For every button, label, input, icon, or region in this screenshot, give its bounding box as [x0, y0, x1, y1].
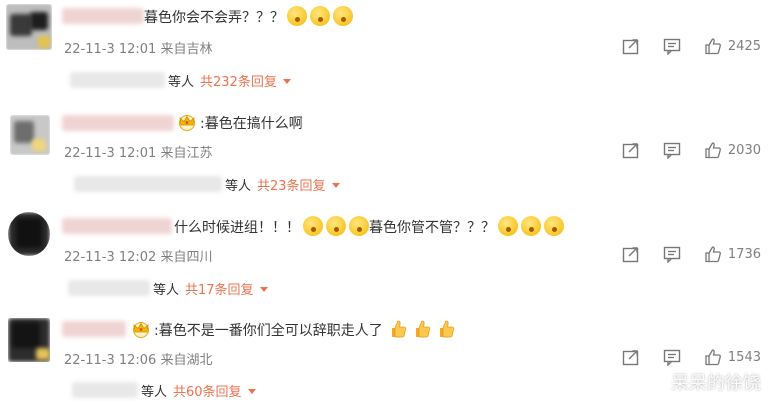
crown-badge-icon: [176, 113, 198, 131]
replies-label: 共17条回复: [185, 283, 254, 298]
username-blurred[interactable]: [62, 321, 126, 337]
location: 来自湖北: [160, 353, 213, 368]
like-count: 2425: [727, 38, 761, 54]
surprised-emoji-icon: [326, 216, 346, 236]
share-icon[interactable]: [622, 348, 640, 366]
surprised-emoji-icon: [498, 216, 518, 236]
share-icon[interactable]: [622, 37, 640, 55]
surprised-emoji-icon: [349, 216, 369, 236]
expand-replies-link[interactable]: 共232条回复: [200, 75, 291, 90]
thumbs-up-emoji-icon: [389, 319, 407, 339]
timestamp: 22-11-3 12:01: [64, 146, 157, 161]
like-icon[interactable]: [704, 348, 722, 366]
like-icon[interactable]: [704, 37, 722, 55]
surprised-emoji-icon: [333, 6, 353, 26]
timestamp: 22-11-3 12:02: [64, 250, 157, 265]
surprised-emoji-icon: [287, 6, 307, 26]
comment-actions: 1543: [599, 348, 761, 366]
thumbs-up-emoji-icon: [413, 319, 431, 339]
reply-users-blurred[interactable]: [68, 280, 150, 296]
comment-text-part-a: 什么时候进组！！！: [174, 220, 300, 236]
chevron-down-icon: [331, 183, 340, 188]
comment-meta: 22-11-3 12:01 来自吉林: [64, 38, 213, 57]
comment-text-line: :暮色不是一番你们全可以辞职走人了: [130, 319, 455, 341]
comment-actions: 2425: [599, 37, 761, 55]
comment-meta: 22-11-3 12:01 来自江苏: [64, 142, 213, 161]
reply-users-blurred[interactable]: [70, 72, 165, 88]
expand-replies-link[interactable]: 共23条回复: [257, 179, 340, 194]
thumbs-up-emoji-icon: [437, 319, 455, 339]
avatar[interactable]: [10, 115, 50, 155]
comment-text: :暮色不是一番你们全可以辞职走人了: [154, 323, 383, 339]
comment-text: :暮色在搞什么啊: [200, 116, 303, 132]
like-icon[interactable]: [704, 245, 722, 263]
username-blurred[interactable]: [62, 218, 172, 234]
comment-meta: 22-11-3 12:06 来自湖北: [64, 349, 213, 368]
comment-text-part-b: 暮色你管不管？？？: [369, 220, 495, 236]
comment-text-line: 什么时候进组！！！ 暮色你管不管？？？: [174, 216, 564, 238]
expand-replies-link[interactable]: 共60条回复: [173, 385, 256, 400]
location: 来自四川: [160, 250, 213, 265]
comment-icon[interactable]: [663, 245, 681, 263]
reply-users-blurred[interactable]: [74, 176, 222, 192]
comment-item: :暮色不是一番你们全可以辞职走人了 22-11-3 12:06 来自湖北 154…: [0, 306, 771, 408]
replies-label: 共232条回复: [200, 75, 277, 90]
comment-actions: 1736: [599, 245, 761, 263]
replies-prefix: 等人: [225, 179, 252, 194]
replies-label: 共23条回复: [257, 179, 326, 194]
replies-prefix: 等人: [141, 385, 168, 400]
comment-actions: 2030: [599, 141, 761, 159]
replies-summary: 等人 共23条回复: [225, 175, 340, 194]
location: 来自吉林: [160, 42, 213, 57]
chevron-down-icon: [282, 79, 291, 84]
comment-item: :暮色在搞什么啊 22-11-3 12:01 来自江苏 2030 等人 共23条回…: [0, 103, 771, 205]
like-icon[interactable]: [704, 141, 722, 159]
comment-icon[interactable]: [663, 37, 681, 55]
comment-item: 暮色你会不会弄？？？ 22-11-3 12:01 来自吉林 2425 等人 共23…: [0, 0, 771, 102]
comment-text: 暮色你会不会弄？？？: [144, 10, 284, 26]
replies-label: 共60条回复: [173, 385, 242, 400]
avatar[interactable]: [8, 212, 50, 256]
surprised-emoji-icon: [544, 216, 564, 236]
surprised-emoji-icon: [521, 216, 541, 236]
watermark: 呆呆的徐饶: [671, 373, 761, 394]
timestamp: 22-11-3 12:06: [64, 353, 157, 368]
share-icon[interactable]: [622, 245, 640, 263]
chevron-down-icon: [247, 389, 256, 394]
replies-summary: 等人 共232条回复: [168, 71, 291, 90]
comment-icon[interactable]: [663, 348, 681, 366]
location: 来自江苏: [160, 146, 213, 161]
username-blurred[interactable]: [62, 8, 144, 24]
surprised-emoji-icon: [303, 216, 323, 236]
avatar[interactable]: [8, 318, 50, 362]
comment-item: 什么时候进组！！！ 暮色你管不管？？？ 22-11-3 12:02 来自四川 17…: [0, 206, 771, 308]
chevron-down-icon: [259, 287, 268, 292]
comment-meta: 22-11-3 12:02 来自四川: [64, 246, 213, 265]
replies-prefix: 等人: [153, 283, 180, 298]
timestamp: 22-11-3 12:01: [64, 42, 157, 57]
username-blurred[interactable]: [62, 115, 174, 131]
surprised-emoji-icon: [310, 6, 330, 26]
like-count: 1543: [727, 349, 761, 365]
comment-text-line: 暮色你会不会弄？？？: [144, 6, 353, 28]
replies-summary: 等人 共17条回复: [153, 279, 268, 298]
expand-replies-link[interactable]: 共17条回复: [185, 283, 268, 298]
like-count: 1736: [727, 246, 761, 262]
crown-badge-icon: [130, 320, 152, 338]
like-count: 2030: [727, 142, 761, 158]
comment-text-line: :暮色在搞什么啊: [176, 113, 303, 134]
share-icon[interactable]: [622, 141, 640, 159]
reply-users-blurred[interactable]: [72, 382, 138, 398]
comment-icon[interactable]: [663, 141, 681, 159]
avatar[interactable]: [6, 4, 52, 50]
replies-prefix: 等人: [168, 75, 195, 90]
replies-summary: 等人 共60条回复: [141, 381, 256, 400]
